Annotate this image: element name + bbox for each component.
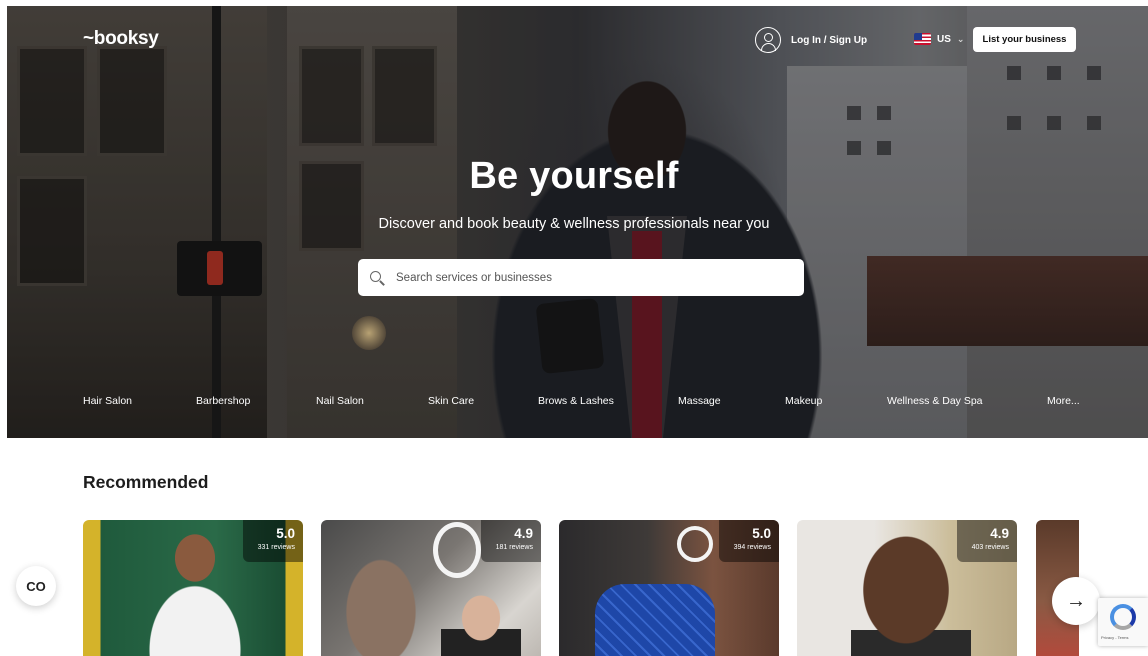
rating-badge: 5.0 394 reviews	[719, 520, 779, 562]
card-photo	[331, 542, 431, 656]
rating-score: 4.9	[514, 526, 533, 541]
recaptcha-links[interactable]: Privacy - Terms	[1101, 635, 1128, 640]
country-selector[interactable]: US ⌄	[914, 33, 964, 45]
recommended-card[interactable]: 4.9 181 reviews	[321, 520, 541, 656]
card-photo	[145, 530, 245, 656]
review-count: 394 reviews	[733, 544, 771, 551]
booksy-logo[interactable]: ~booksy	[83, 28, 159, 50]
carousel-next-button[interactable]: →	[1052, 577, 1100, 625]
ring-light	[433, 522, 481, 578]
rating-score: 5.0	[752, 526, 771, 541]
logo-text: booksy	[93, 28, 159, 49]
arrow-right-icon: →	[1066, 589, 1086, 612]
recommended-heading: Recommended	[83, 472, 209, 492]
rating-score: 5.0	[276, 526, 295, 541]
login-label: Log In / Sign Up	[791, 34, 868, 46]
card-photo	[441, 588, 521, 656]
hero-headline: Be yourself	[469, 155, 679, 197]
card-photo	[595, 584, 715, 656]
list-your-business-button[interactable]: List your business	[973, 27, 1076, 52]
rating-score: 4.9	[990, 526, 1009, 541]
recaptcha-badge[interactable]: Privacy - Terms	[1098, 598, 1148, 646]
review-count: 403 reviews	[971, 544, 1009, 551]
logo-mark-icon: ~	[83, 28, 94, 49]
category-barbershop[interactable]: Barbershop	[196, 395, 250, 407]
recommended-card[interactable]: 4.9 403 reviews	[797, 520, 1017, 656]
category-hair-salon[interactable]: Hair Salon	[83, 395, 132, 407]
search-bar[interactable]	[358, 259, 804, 296]
category-more[interactable]: More...	[1047, 395, 1080, 407]
ring-light	[677, 526, 713, 562]
recaptcha-icon	[1110, 604, 1136, 630]
chevron-down-icon: ⌄	[956, 33, 965, 44]
recommended-card[interactable]: 5.0 331 reviews	[83, 520, 303, 656]
review-count: 181 reviews	[495, 544, 533, 551]
user-icon	[755, 27, 781, 53]
us-flag-icon	[914, 33, 931, 45]
recommended-card[interactable]: 5.0 394 reviews	[559, 520, 779, 656]
card-photo	[851, 526, 971, 656]
category-skin-care[interactable]: Skin Care	[428, 395, 474, 407]
country-label: US	[937, 33, 951, 45]
category-makeup[interactable]: Makeup	[785, 395, 822, 407]
rating-badge: 4.9 181 reviews	[481, 520, 541, 562]
category-nail-salon[interactable]: Nail Salon	[316, 395, 364, 407]
rating-badge: 4.9 403 reviews	[957, 520, 1017, 562]
login-signup-link[interactable]: Log In / Sign Up	[755, 27, 867, 53]
co-widget-button[interactable]: CO	[16, 566, 56, 606]
search-icon	[370, 270, 384, 285]
category-massage[interactable]: Massage	[678, 395, 721, 407]
rating-badge: 5.0 331 reviews	[243, 520, 303, 562]
category-wellness-day-spa[interactable]: Wellness & Day Spa	[887, 395, 983, 407]
review-count: 331 reviews	[257, 544, 295, 551]
hero-subline: Discover and book beauty & wellness prof…	[378, 216, 770, 232]
category-brows-lashes[interactable]: Brows & Lashes	[538, 395, 614, 407]
search-input[interactable]	[396, 271, 756, 284]
